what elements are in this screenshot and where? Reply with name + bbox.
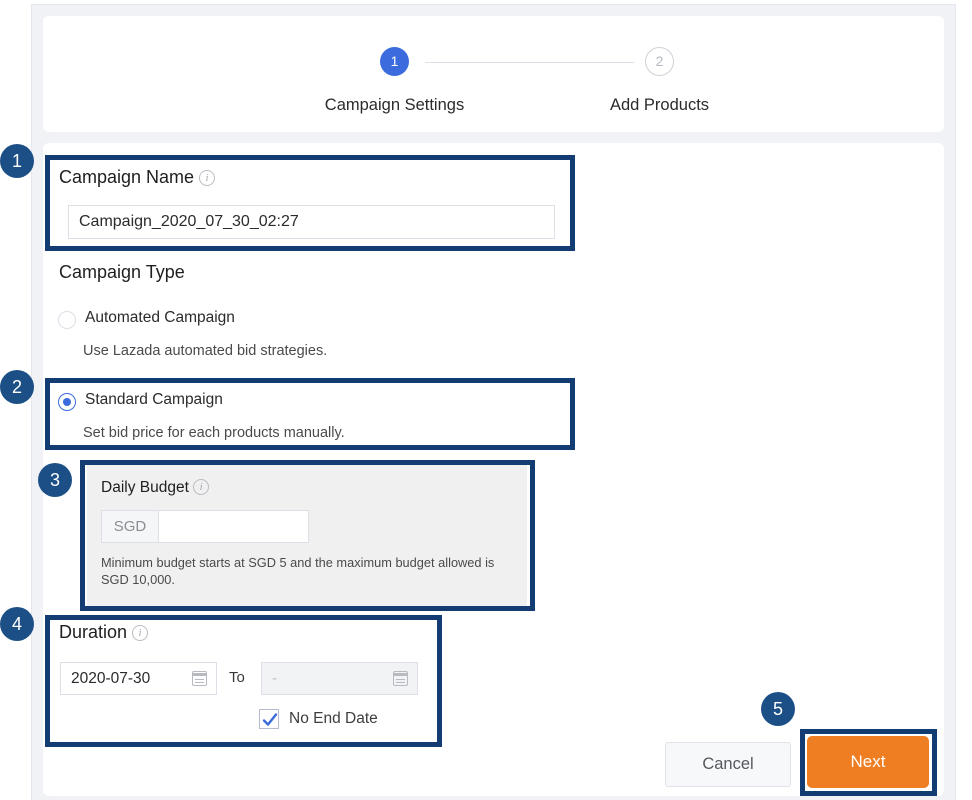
campaign-name-title: Campaign Name i [59,167,216,188]
info-icon[interactable]: i [199,170,216,186]
radio-standard-description: Set bid price for each products manually… [83,425,345,441]
stepper-labels: Campaign Settings Add Products [43,96,944,118]
radio-automated-description: Use Lazada automated bid strategies. [83,343,328,359]
stepper: 1 2 [43,47,944,77]
annotation-badge-3: 3 [38,463,72,497]
duration-label: Duration [59,622,128,642]
info-icon[interactable]: i [132,625,149,641]
annotation-badge-5: 5 [761,692,795,726]
radio-automated-mark[interactable] [58,311,76,329]
step-1-circle[interactable]: 1 [380,47,409,76]
end-date-input[interactable]: - [261,662,418,695]
duration-title: Duration i [59,622,149,643]
screen-root: 1 2 Campaign Settings Add Products Campa… [0,0,972,800]
campaign-name-input[interactable]: Campaign_2020_07_30_02:27 [68,205,555,239]
campaign-type-title: Campaign Type [59,262,185,282]
check-icon [262,713,278,726]
daily-budget-help-text: Minimum budget starts at SGD 5 and the m… [101,555,495,587]
daily-budget-label: Daily Budget [101,479,189,496]
next-button[interactable]: Next [807,736,929,788]
radio-standard-mark[interactable] [58,393,76,411]
info-icon[interactable]: i [193,479,210,495]
calendar-icon[interactable] [393,671,408,686]
daily-budget-title: Daily Budget i [101,479,210,497]
radio-standard-label: Standard Campaign [85,391,223,408]
start-date-value: 2020-07-30 [71,670,151,687]
step-1-label: Campaign Settings [324,96,465,114]
step-2-label: Add Products [609,96,710,114]
stepper-connector [425,62,634,63]
start-date-input[interactable]: 2020-07-30 [60,662,217,695]
daily-budget-field[interactable]: SGD [101,510,309,543]
date-range-separator: To [229,669,245,686]
calendar-icon[interactable] [192,671,207,686]
annotation-badge-4: 4 [0,607,34,641]
no-end-date-label: No End Date [289,710,378,727]
annotation-badge-1: 1 [0,144,34,178]
step-2-circle[interactable]: 2 [645,47,674,76]
no-end-date-checkbox[interactable] [259,709,279,729]
annotation-badge-2: 2 [0,370,34,404]
radio-automated-label: Automated Campaign [85,309,235,326]
stepper-card: 1 2 Campaign Settings Add Products [43,16,944,132]
end-date-value: - [272,670,278,687]
daily-budget-input[interactable] [159,511,308,542]
cancel-button[interactable]: Cancel [665,742,791,787]
campaign-name-label: Campaign Name [59,167,195,187]
currency-prefix: SGD [102,511,159,542]
